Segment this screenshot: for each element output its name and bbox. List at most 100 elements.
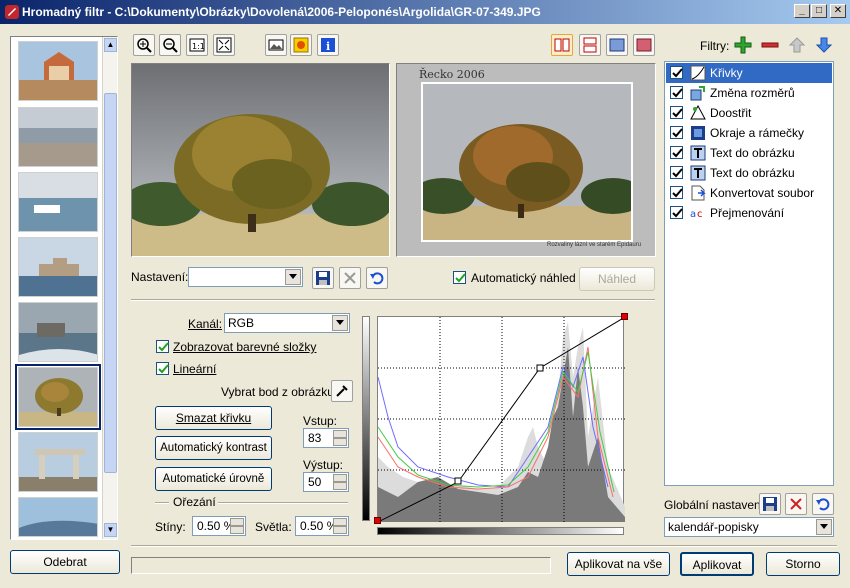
auto-contrast-button[interactable]: Automatický kontrast <box>155 436 272 460</box>
filter-checkbox[interactable] <box>670 106 683 119</box>
thumbnail[interactable] <box>18 302 98 362</box>
filter-checkbox[interactable] <box>670 126 683 139</box>
filter-checkbox[interactable] <box>670 66 683 79</box>
filter-checkbox[interactable] <box>670 86 683 99</box>
spin-down-icon[interactable] <box>230 526 244 534</box>
scroll-thumb[interactable] <box>104 93 117 473</box>
apply-all-button[interactable]: Aplikovat na vše <box>567 552 670 576</box>
spin-up-icon[interactable] <box>230 518 244 526</box>
spin-up-icon[interactable] <box>333 518 347 526</box>
thumbnail[interactable] <box>18 41 98 101</box>
reset-global-button[interactable] <box>812 493 834 515</box>
minimize-button[interactable]: _ <box>794 4 810 18</box>
church-thumbnail <box>19 42 97 100</box>
show-components-checkbox[interactable] <box>156 340 169 353</box>
curve-point-black[interactable] <box>374 517 381 524</box>
spin-up-icon[interactable] <box>333 474 347 482</box>
filter-item-rename[interactable]: ac Přejmenování <box>666 203 832 223</box>
filter-checkbox[interactable] <box>670 166 683 179</box>
original-view-button[interactable] <box>606 34 628 56</box>
preview-caption: Řecko 2006 <box>419 68 485 81</box>
preview-button[interactable]: Náhled <box>579 267 655 291</box>
filter-item-sharpen[interactable]: Doostřit <box>666 103 832 123</box>
move-up-button[interactable] <box>786 34 808 56</box>
castle-sea-thumbnail <box>19 303 97 361</box>
curve-point-white[interactable] <box>621 313 628 320</box>
result-preview[interactable]: Řecko 2006 Rozvaliny lázní ve starém Epi… <box>396 63 656 257</box>
filter-item-text[interactable]: Text do obrázku <box>666 143 832 163</box>
global-settings-combo[interactable]: kalendář-popisky <box>664 517 834 537</box>
spin-down-icon[interactable] <box>333 438 347 446</box>
save-global-button[interactable] <box>759 493 781 515</box>
filter-checkbox[interactable] <box>670 146 683 159</box>
zoom-actual-button[interactable]: 1:1 <box>186 34 208 56</box>
move-down-button[interactable] <box>813 34 835 56</box>
zoom-out-icon <box>163 38 178 53</box>
filter-item-resize[interactable]: Změna rozměrů <box>666 83 832 103</box>
remove-filter-button[interactable] <box>759 34 781 56</box>
thumbnail[interactable] <box>18 237 98 297</box>
close-button[interactable]: ✕ <box>830 4 846 18</box>
spin-down-icon[interactable] <box>333 482 347 490</box>
apply-button[interactable]: Aplikovat <box>680 552 754 576</box>
filter-checkbox[interactable] <box>670 206 683 219</box>
filter-item-frames[interactable]: Okraje a rámečky <box>666 123 832 143</box>
thumbnail-selected[interactable] <box>15 364 101 430</box>
result-view-button[interactable] <box>633 34 655 56</box>
image-info-button[interactable] <box>265 34 287 56</box>
auto-levels-button[interactable]: Automatické úrovně <box>155 467 272 491</box>
title-bar[interactable]: Hromadný filtr - C:\Dokumenty\Obrázky\Do… <box>0 0 850 24</box>
thumbnail[interactable] <box>18 497 98 537</box>
original-preview[interactable] <box>131 63 390 257</box>
scroll-down-icon[interactable]: ▼ <box>104 523 117 537</box>
output-value: 50 <box>308 475 322 489</box>
delete-settings-button[interactable] <box>339 267 361 289</box>
thumbnail[interactable] <box>18 432 98 492</box>
curve-graph[interactable] <box>374 313 628 524</box>
save-icon <box>316 271 330 285</box>
reset-settings-button[interactable] <box>366 267 388 289</box>
filter-label: Text do obrázku <box>710 166 795 180</box>
output-spinner[interactable]: 50 <box>303 472 349 492</box>
filter-label: Změna rozměrů <box>710 86 795 100</box>
filter-item-curves[interactable]: Křivky <box>666 63 832 83</box>
settings-combo[interactable] <box>188 267 303 287</box>
linear-checkbox[interactable] <box>156 362 169 375</box>
channel-combo[interactable]: RGB <box>224 313 350 333</box>
maximize-button[interactable]: □ <box>811 4 827 18</box>
channel-value: RGB <box>228 316 255 330</box>
zoom-fit-button[interactable] <box>213 34 235 56</box>
spin-up-icon[interactable] <box>333 430 347 438</box>
split-vertical-view-button[interactable] <box>551 34 573 56</box>
shadows-label: Stíny: <box>155 520 186 534</box>
highlights-spinner[interactable]: 0.50 % <box>295 516 349 536</box>
cancel-button[interactable]: Storno <box>766 552 840 576</box>
auto-preview-checkbox[interactable] <box>453 271 466 284</box>
chevron-down-icon[interactable] <box>332 315 348 331</box>
delete-global-button[interactable] <box>785 493 807 515</box>
clear-curve-button[interactable]: Smazat křivku <box>155 406 272 430</box>
filter-item-convert[interactable]: Konvertovat soubor <box>666 183 832 203</box>
chevron-down-icon[interactable] <box>285 269 301 285</box>
pick-point-button[interactable] <box>331 380 353 402</box>
input-spinner[interactable]: 83 <box>303 428 349 448</box>
thumbnail-scrollbar[interactable]: ▲ ▼ <box>102 37 117 539</box>
split-horizontal-view-button[interactable] <box>579 34 601 56</box>
scroll-up-icon[interactable]: ▲ <box>104 38 117 52</box>
save-settings-button[interactable] <box>312 267 334 289</box>
zoom-in-button[interactable] <box>133 34 155 56</box>
filter-checkbox[interactable] <box>670 186 683 199</box>
thumbnail[interactable] <box>18 107 98 167</box>
add-filter-button[interactable] <box>732 34 754 56</box>
remove-button[interactable]: Odebrat <box>10 550 120 574</box>
shadows-spinner[interactable]: 0.50 % <box>192 516 246 536</box>
chevron-down-icon[interactable] <box>816 519 832 535</box>
thumbnail[interactable] <box>18 172 98 232</box>
color-button[interactable] <box>290 34 312 56</box>
filter-item-text[interactable]: Text do obrázku <box>666 163 832 183</box>
filter-label: Konvertovat soubor <box>710 186 815 200</box>
zoom-out-button[interactable] <box>159 34 181 56</box>
spin-down-icon[interactable] <box>333 526 347 534</box>
divider <box>218 502 348 504</box>
info-button[interactable]: i <box>317 34 339 56</box>
